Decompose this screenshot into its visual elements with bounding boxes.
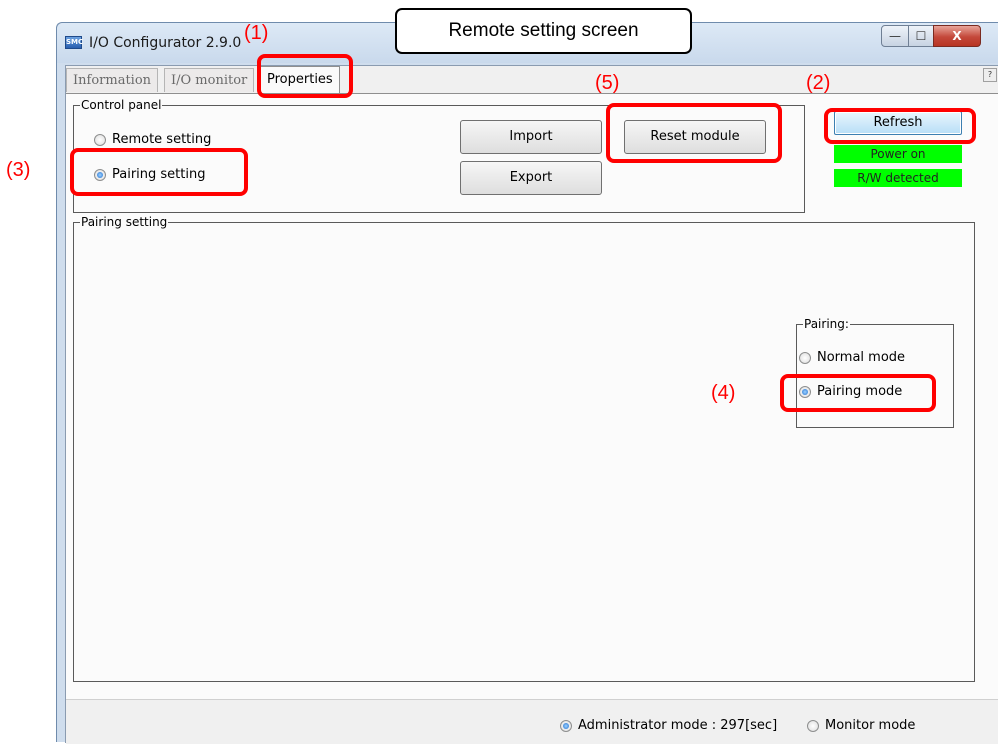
monitor-mode-label: Monitor mode	[825, 718, 916, 733]
radio-unselected-icon	[94, 133, 106, 146]
tab-io-monitor[interactable]: I/O monitor	[164, 68, 255, 92]
window-title: I/O Configurator 2.9.0	[89, 35, 242, 51]
import-button[interactable]: Import	[460, 120, 602, 154]
callout-2: (2)	[806, 72, 831, 94]
monitor-mode-radio[interactable]: Monitor mode	[807, 718, 915, 733]
radio-unselected-icon	[807, 719, 819, 732]
help-button[interactable]: ?	[983, 68, 997, 82]
callout-5: (5)	[595, 72, 620, 94]
control-panel-label: Control panel	[80, 98, 163, 112]
callout-1: (1)	[244, 22, 269, 44]
page: { "window": { "title": "I/O Configurator…	[0, 0, 998, 744]
callout-3: (3)	[6, 159, 31, 181]
close-button[interactable]: X	[933, 25, 981, 47]
maximize-button[interactable]: ☐	[908, 25, 934, 47]
power-status-indicator: Power on	[834, 145, 962, 163]
tab-information[interactable]: Information	[66, 68, 159, 92]
pairing-setting-group-label: Pairing setting	[80, 215, 169, 229]
highlight-refresh-button	[824, 108, 976, 144]
remote-setting-label: Remote setting	[112, 132, 212, 147]
administrator-mode-label: Administrator mode : 297[sec]	[578, 718, 778, 733]
highlight-pairing-setting-radio	[70, 148, 248, 196]
pairing-group-label: Pairing:	[803, 317, 850, 331]
minimize-button[interactable]: —	[881, 25, 909, 47]
screen-title-label: Remote setting screen	[395, 8, 692, 54]
app-logo-icon: SMC	[65, 36, 83, 49]
remote-setting-radio[interactable]: Remote setting	[94, 132, 211, 147]
radio-unselected-icon	[799, 351, 811, 364]
normal-mode-label: Normal mode	[817, 350, 906, 365]
highlight-pairing-mode-radio	[780, 374, 936, 412]
status-bar: Administrator mode : 297[sec] Monitor mo…	[66, 699, 998, 744]
administrator-mode-radio[interactable]: Administrator mode : 297[sec]	[560, 718, 777, 733]
highlight-properties-tab	[257, 54, 353, 98]
pairing-setting-group: Pairing setting Pairing: Normal mode Pai…	[73, 215, 975, 682]
highlight-reset-module-button	[606, 103, 782, 163]
callout-4: (4)	[711, 382, 736, 404]
normal-mode-radio[interactable]: Normal mode	[799, 350, 905, 365]
export-button[interactable]: Export	[460, 161, 602, 195]
rw-status-indicator: R/W detected	[834, 169, 962, 187]
radio-selected-icon	[560, 719, 572, 732]
